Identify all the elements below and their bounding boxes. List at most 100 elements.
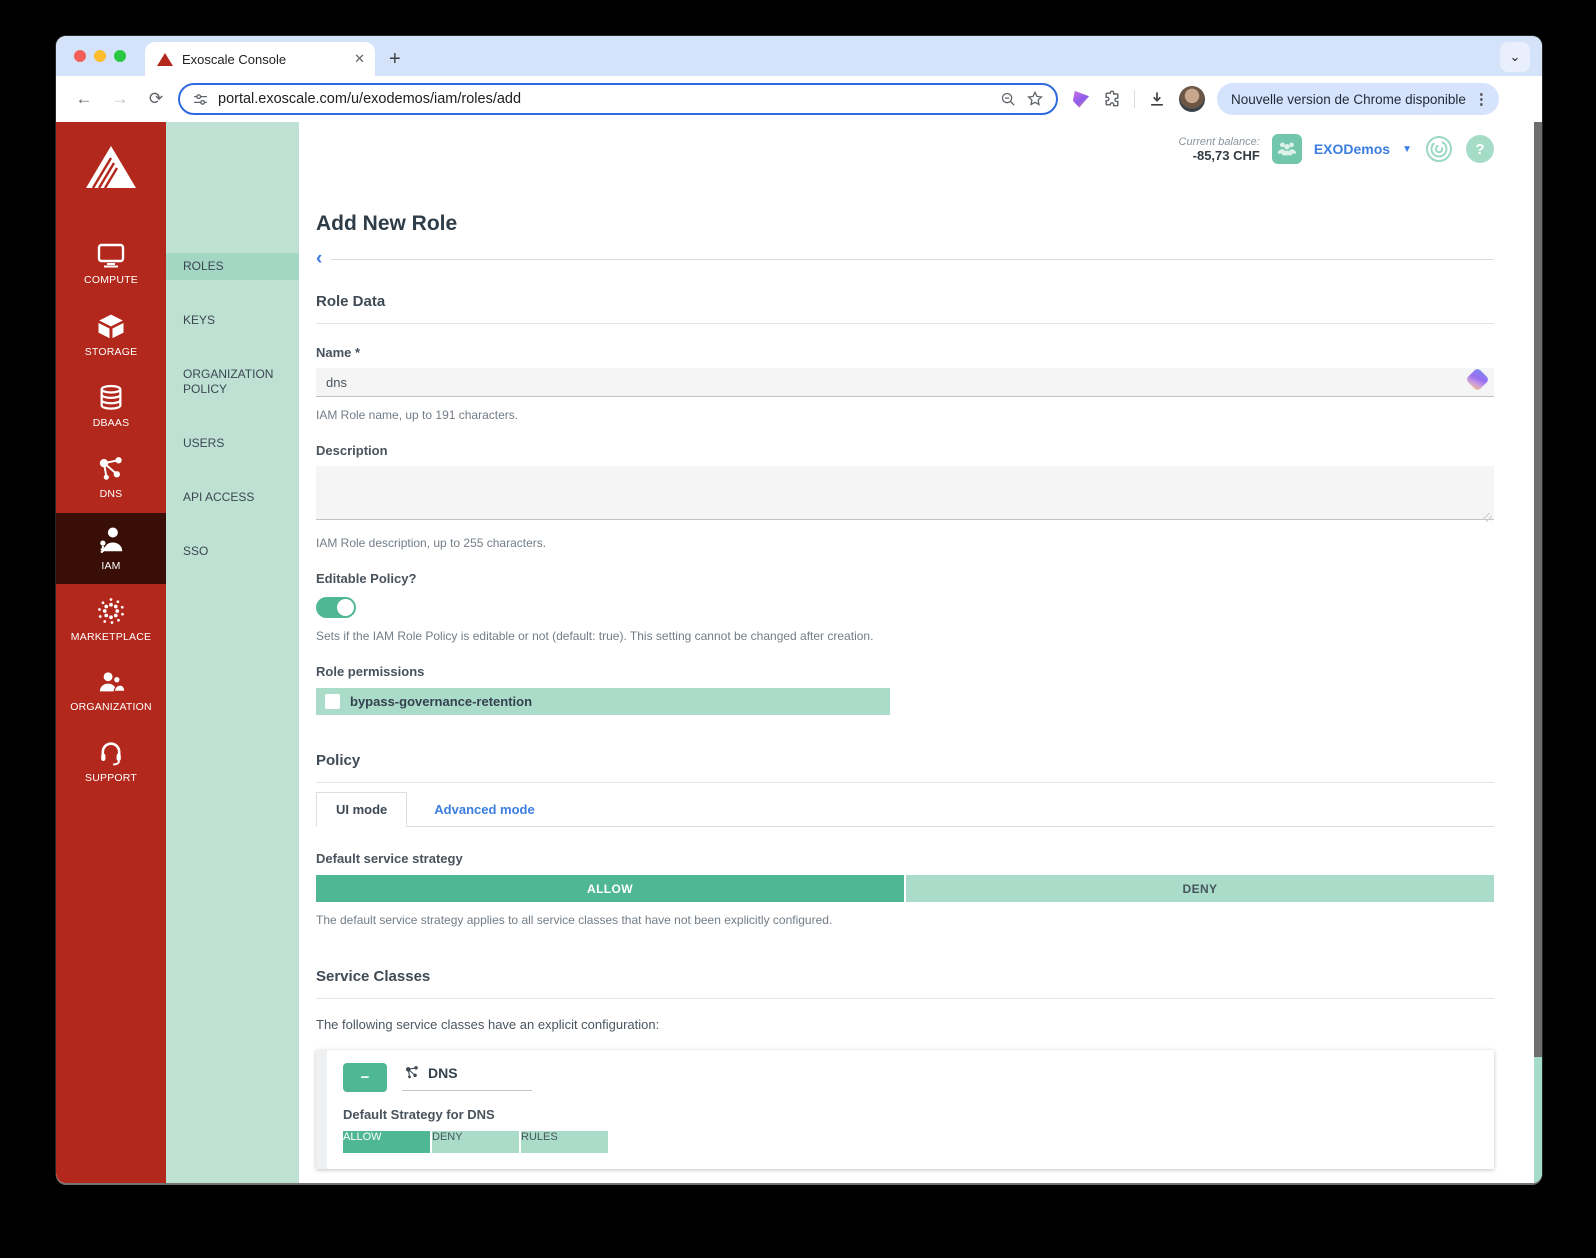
chrome-menu-icon[interactable]: ⋮ [1474,90,1489,108]
minimize-window-button[interactable] [94,50,106,62]
close-window-button[interactable] [74,50,86,62]
sidebar-item-dbaas[interactable]: DBAAS [56,371,166,442]
strategy-allow-button[interactable]: ALLOW [316,875,904,902]
subsidebar-item-sso[interactable]: SSO [166,538,299,565]
exoscale-favicon-icon [157,53,173,66]
tab-close-icon[interactable]: ✕ [354,51,365,67]
description-help-text: IAM Role description, up to 255 characte… [316,536,1494,550]
tab-search-button[interactable]: ⌄ [1500,42,1530,72]
tab-ui-mode[interactable]: UI mode [316,792,407,827]
balance-value: -85,73 CHF [1179,149,1260,162]
bookmark-star-icon[interactable] [1026,90,1044,108]
permission-name: bypass-governance-retention [350,694,532,709]
divider [331,259,1494,260]
editable-policy-toggle[interactable] [316,597,356,618]
browser-toolbar: ← → ⟳ portal.exoscale.com/u/exodemos/iam… [56,76,1542,122]
dns-deny-button[interactable]: DENY [432,1131,519,1153]
policy-tabs: UI mode Advanced mode [316,792,1494,827]
toolbar-divider [1134,90,1135,108]
download-icon[interactable] [1147,89,1167,109]
dns-service-icon [404,1065,420,1080]
editable-policy-label: Editable Policy? [316,571,1494,586]
scrollbar-track-teal [1534,1057,1542,1183]
subsidebar-item-keys[interactable]: KEYS [166,307,299,334]
extensions-puzzle-icon[interactable] [1102,89,1122,109]
role-permissions-label: Role permissions [316,664,1494,679]
organization-icon [96,668,126,696]
permission-checkbox[interactable] [325,694,340,709]
divider [316,998,1494,999]
update-pill-label: Nouvelle version de Chrome disponible [1231,92,1466,107]
new-tab-button[interactable]: + [389,48,401,71]
exoscale-logo[interactable] [84,144,138,195]
help-icon[interactable]: ? [1466,135,1494,163]
description-textarea[interactable] [316,466,1494,520]
sidebar-item-support[interactable]: SUPPORT [56,726,166,797]
browser-tab[interactable]: Exoscale Console ✕ [145,42,375,76]
name-input[interactable] [316,368,1494,397]
main-content: Current balance: -85,73 CHF EXODemos ▼ [299,122,1542,1183]
subsidebar-item-users[interactable]: USERS [166,430,299,457]
resize-grip-icon[interactable] [1483,513,1492,522]
remove-service-class-button[interactable]: − [343,1063,387,1092]
maximize-window-button[interactable] [114,50,126,62]
strategy-help-text: The default service strategy applies to … [316,913,1494,927]
account-name[interactable]: EXODemos [1314,141,1390,157]
browser-window: Exoscale Console ✕ + ⌄ ← → ⟳ portal.exos… [56,36,1542,1183]
subsidebar-item-roles[interactable]: ROLES [166,253,299,280]
dns-rules-button[interactable]: RULES [521,1131,608,1153]
tab-strip: Exoscale Console ✕ + ⌄ [56,36,1542,76]
sidebar-item-storage[interactable]: STORAGE [56,300,166,371]
dns-strategy-segment: ALLOW DENY RULES [343,1131,1478,1153]
dns-allow-button[interactable]: ALLOW [343,1131,430,1153]
default-strategy-segment: ALLOW DENY [316,875,1494,902]
permission-row: bypass-governance-retention [316,688,890,715]
tab-advanced-mode[interactable]: Advanced mode [415,793,553,826]
dns-icon [96,455,126,483]
chrome-update-pill[interactable]: Nouvelle version de Chrome disponible ⋮ [1217,83,1499,115]
sidebar-item-organization[interactable]: ORGANIZATION [56,655,166,726]
balance-block: Current balance: -85,73 CHF [1179,136,1260,162]
scrollbar-thumb[interactable] [1534,122,1542,1057]
sidebar-item-iam[interactable]: IAM [56,513,166,584]
reload-button[interactable]: ⟳ [142,89,170,109]
dns-strategy-label: Default Strategy for DNS [343,1107,1478,1122]
storage-icon [96,313,126,341]
service-classes-heading: Service Classes [316,968,1494,985]
default-service-strategy-label: Default service strategy [316,851,1494,866]
chrome-profile-avatar[interactable] [1179,86,1205,112]
broadcast-icon[interactable] [1424,134,1454,164]
compute-icon [96,243,126,269]
toolbar-icons: 2 Nouvelle version de Chrome disponible … [1072,83,1499,115]
divider [316,323,1494,324]
subsidebar-item-api-access[interactable]: API ACCESS [166,484,299,511]
url-bar[interactable]: portal.exoscale.com/u/exodemos/iam/roles… [178,83,1058,115]
app-body: COMPUTE STORAGE [56,122,1542,1183]
sidebar-item-marketplace[interactable]: MARKETPLACE [56,584,166,655]
dbaas-icon [97,384,125,412]
account-caret-icon[interactable]: ▼ [1402,144,1412,155]
primary-sidebar: COMPUTE STORAGE [56,122,166,1183]
marketplace-icon [96,596,126,626]
zoom-icon[interactable] [1000,91,1017,108]
sidebar-item-dns[interactable]: DNS [56,442,166,513]
back-chevron-icon[interactable]: ‹ [316,252,322,266]
description-label: Description [316,443,1494,458]
organization-avatar[interactable] [1272,134,1302,164]
iam-icon [96,525,126,555]
tab-title: Exoscale Console [182,52,345,67]
back-button[interactable]: ← [70,89,98,109]
service-classes-intro: The following service classes have an ex… [316,1017,1494,1032]
url-text[interactable]: portal.exoscale.com/u/exodemos/iam/roles… [218,91,991,107]
iam-sub-sidebar: ROLES KEYS ORGANIZATION POLICY USERS API… [166,122,299,1183]
site-settings-icon[interactable] [192,91,209,108]
service-class-name: DNS [402,1065,532,1091]
forward-button[interactable]: → [106,89,134,109]
support-icon [97,739,125,767]
page-title: Add New Role [316,212,1494,236]
strategy-deny-button[interactable]: DENY [906,875,1494,902]
divider [316,782,1494,783]
extension-gradient-icon[interactable]: 2 [1072,90,1090,108]
subsidebar-item-organization-policy[interactable]: ORGANIZATION POLICY [166,361,299,403]
sidebar-item-compute[interactable]: COMPUTE [56,229,166,300]
